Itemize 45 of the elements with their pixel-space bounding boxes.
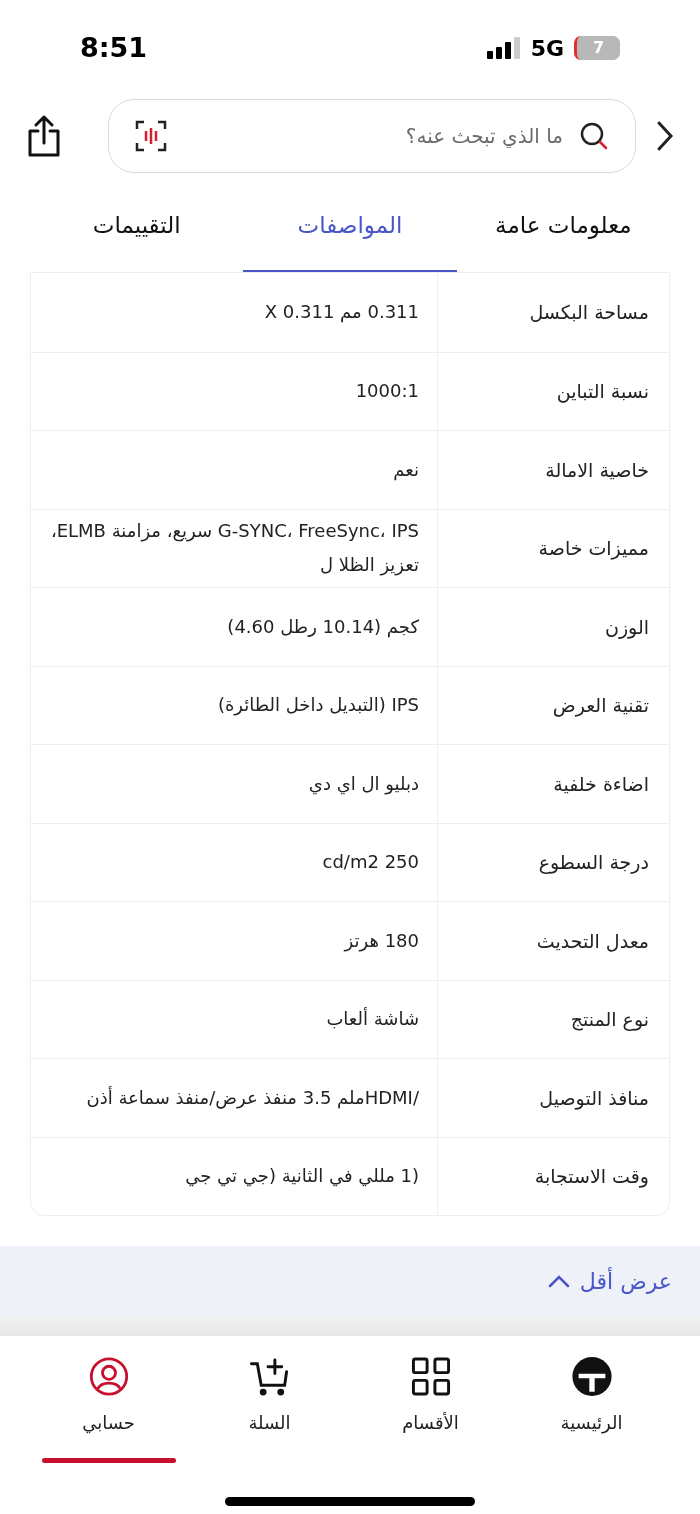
spec-value: 0.311 مم X 0.311 bbox=[264, 300, 419, 325]
spec-label: منافذ التوصيل bbox=[539, 1085, 649, 1112]
nav-tab[interactable]: السلة bbox=[248, 1356, 291, 1436]
spec-label: نوع المنتج bbox=[570, 1007, 649, 1033]
chevron-up-icon bbox=[547, 1274, 570, 1288]
nav-tab[interactable]: الرئيسية bbox=[560, 1356, 623, 1436]
network-label: 5G bbox=[530, 34, 564, 63]
spec-label: خاصية الامالة bbox=[545, 457, 649, 483]
spec-label: وقت الاستجابة bbox=[534, 1164, 649, 1190]
spec-label: اضاءة خلفية bbox=[553, 771, 649, 797]
clock: 8:51 bbox=[80, 30, 148, 65]
cart-plus-icon bbox=[248, 1356, 291, 1397]
search-field[interactable]: ما الذي تبحث عنه؟ bbox=[183, 121, 563, 151]
battery-icon: 7 bbox=[574, 36, 620, 60]
spec-value: IPS (التبديل داخل الطائرة) bbox=[217, 693, 419, 718]
tab[interactable]: التقييمات bbox=[30, 180, 244, 272]
search-icon bbox=[579, 121, 609, 151]
spec-label: مساحة البكسل bbox=[529, 300, 649, 325]
nav-tab[interactable]: الأقسام bbox=[402, 1356, 459, 1436]
spec-value: 1000:1 bbox=[355, 379, 419, 404]
spec-label: تقنية العرض bbox=[552, 693, 649, 719]
spec-value: (1 مللي في الثانية (جي تي جي bbox=[185, 1164, 419, 1189]
spec-label: مميزات خاصة bbox=[538, 536, 649, 562]
spec-label: نسبة التباين bbox=[556, 379, 649, 405]
spec-value: /HDMIملم 3.5 منفذ عرض/منفذ سماعة أذن bbox=[86, 1085, 419, 1111]
spec-value: cd/m2 250 bbox=[322, 850, 419, 875]
spec-label: الوزن bbox=[605, 614, 649, 641]
tab[interactable]: المواصفات bbox=[243, 180, 457, 272]
spec-label: درجة السطوع bbox=[538, 850, 649, 876]
nav-tab[interactable]: حسابي bbox=[82, 1356, 135, 1436]
grid-icon bbox=[409, 1356, 452, 1397]
spec-value: نعم bbox=[393, 457, 419, 483]
tab[interactable]: معلومات عامة bbox=[456, 180, 670, 272]
spec-value: 180 هرتز bbox=[344, 928, 419, 954]
voice-scan-icon[interactable] bbox=[135, 120, 167, 152]
spec-value: كجم (10.14 رطل 4.60) bbox=[227, 614, 419, 640]
chevron-right-icon[interactable] bbox=[656, 120, 674, 152]
spec-value: G-SYNC، FreeSync، IPS سريع، مزامنة ELMB، تعزيز الظلا ل bbox=[49, 519, 419, 578]
search-bar[interactable]: ما الذي تبحث عنه؟ bbox=[108, 99, 636, 173]
share-icon[interactable] bbox=[26, 115, 62, 157]
spec-value: دبليو ال اي دي bbox=[308, 771, 419, 797]
signal-icon bbox=[486, 37, 521, 59]
spec-label: معدل التحديث bbox=[536, 928, 649, 954]
show-less-button[interactable]: عرض أقل bbox=[547, 1264, 672, 1298]
spec-value: شاشة ألعاب bbox=[326, 1006, 419, 1032]
